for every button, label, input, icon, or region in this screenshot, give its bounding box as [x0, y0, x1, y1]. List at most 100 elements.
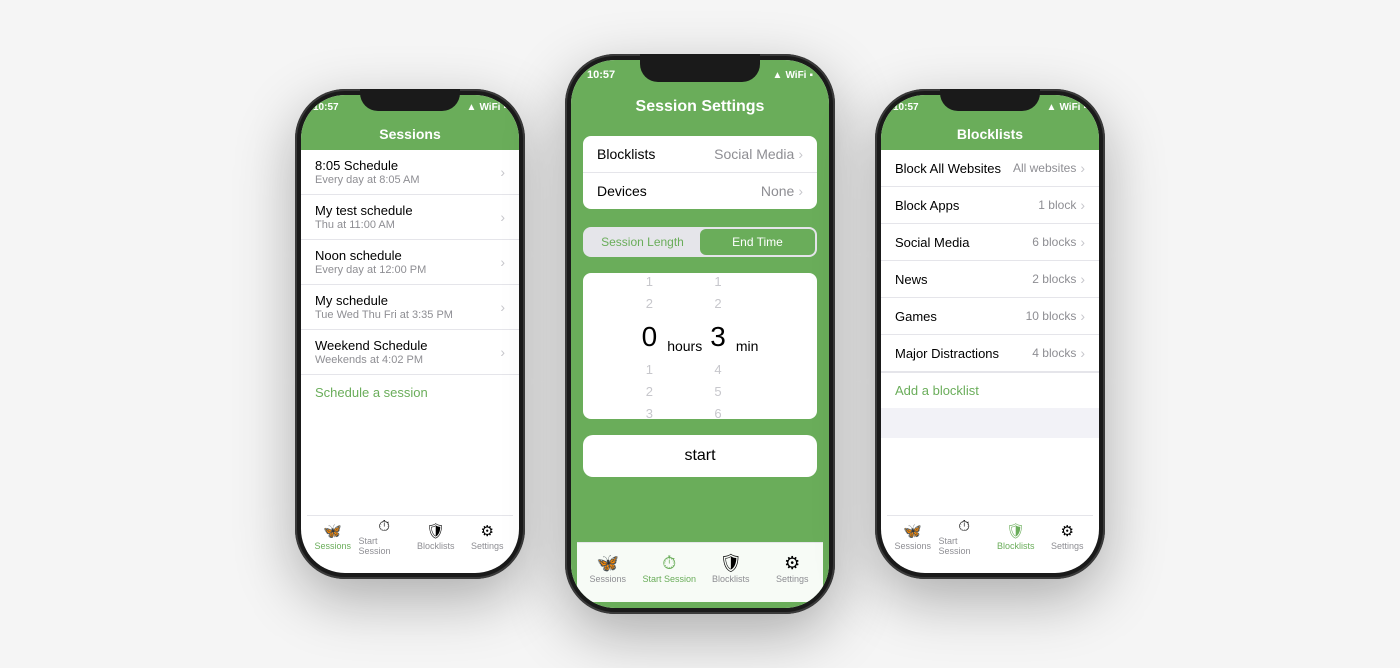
phone-1: 10:57 ▲ WiFi ▪ Sessions 8:05 Schedule Ev… [295, 89, 525, 579]
blocklist-value-1: All websites [1013, 161, 1076, 175]
blocklist-right-5: 10 blocks › [1026, 308, 1085, 324]
blocklist-name-2: Block Apps [895, 198, 959, 213]
tab-start-2[interactable]: ⏱ Start Session [639, 554, 701, 584]
header-3: Blocklists [881, 120, 1099, 150]
battery-icon-3: ▪ [1083, 102, 1087, 113]
chevron-2: › [500, 209, 505, 225]
chevron-5: › [500, 344, 505, 360]
tab-label-settings-1: Settings [471, 541, 504, 551]
gear-icon-3: ⚙ [1061, 524, 1074, 539]
shield-icon-1: 🛡 [426, 524, 445, 539]
session-settings-content: Blocklists Social Media › Devices None › [571, 126, 829, 608]
session-item-4[interactable]: My schedule Tue Wed Thu Fri at 3:35 PM › [301, 285, 519, 330]
mins-selected: 3 [710, 317, 726, 356]
tab-start-3[interactable]: ⏱ Start Session [939, 519, 991, 556]
blocklist-items-container: Block All Websites All websites › Block … [881, 150, 1099, 408]
session-items-container: 8:05 Schedule Every day at 8:05 AM › My … [301, 150, 519, 410]
devices-row[interactable]: Devices None › [583, 173, 817, 209]
tab-blocklists-3[interactable]: 🛡 Blocklists [990, 524, 1042, 551]
blocklists-row[interactable]: Blocklists Social Media › [583, 136, 817, 173]
session-subtitle-5: Weekends at 4:02 PM [315, 354, 428, 366]
hours-below-1: 1 [646, 361, 653, 379]
hours-column: 1 2 0 1 2 3 [642, 273, 658, 419]
chevron-bl-5: › [1080, 308, 1085, 324]
time-2: 10:57 [587, 69, 615, 81]
chevron-blocklists: › [798, 146, 803, 162]
header-2: Session Settings [571, 90, 829, 126]
tab-sessions-1[interactable]: 🦋 Sessions [307, 524, 359, 551]
blocklist-item-6[interactable]: Major Distractions 4 blocks › [881, 335, 1099, 372]
gray-bottom-3 [881, 408, 1099, 438]
session-item-1[interactable]: 8:05 Schedule Every day at 8:05 AM › [301, 150, 519, 195]
blocklist-item-5[interactable]: Games 10 blocks › [881, 298, 1099, 335]
mins-above-2: 1 [714, 273, 721, 291]
mins-column: 1 2 3 4 5 6 [710, 273, 726, 419]
tab-start-1[interactable]: ⏱ Start Session [359, 519, 411, 556]
hours-label: hours [667, 338, 702, 354]
signal-icon-1: ▲ [467, 102, 477, 113]
blocklist-item-1[interactable]: Block All Websites All websites › [881, 150, 1099, 187]
picker-row: 1 2 0 1 2 3 hours 1 2 [583, 281, 817, 411]
chevron-4: › [500, 299, 505, 315]
shield-icon-3: 🛡 [1006, 524, 1025, 539]
blocklist-item-2[interactable]: Block Apps 1 block › [881, 187, 1099, 224]
tab-settings-1[interactable]: ⚙ Settings [462, 524, 514, 551]
hours-below-2: 2 [646, 383, 653, 401]
hours-above-3: 2 [646, 295, 653, 313]
phone-2: 10:57 ▲ WiFi ▪ Session Settings Blocklis… [565, 54, 835, 614]
tab-bar-1: 🦋 Sessions ⏱ Start Session 🛡 Blocklists … [307, 515, 513, 567]
notch-2 [640, 54, 760, 82]
mins-label: min [736, 338, 759, 354]
wifi-icon-2: WiFi [785, 70, 806, 81]
blocklist-right-3: 6 blocks › [1032, 234, 1085, 250]
butterfly-icon-3: 🦋 [903, 524, 922, 539]
session-subtitle-2: Thu at 11:00 AM [315, 219, 413, 231]
session-length-toggle[interactable]: Session Length [585, 229, 700, 255]
schedule-link[interactable]: Schedule a session [301, 375, 519, 410]
blocklist-value-2: 1 block [1038, 198, 1076, 212]
chevron-bl-3: › [1080, 234, 1085, 250]
tab-label-blocklists-1: Blocklists [417, 541, 455, 551]
tab-label-settings-3: Settings [1051, 541, 1084, 551]
blocklist-value-3: 6 blocks [1032, 235, 1076, 249]
time-1: 10:57 [313, 102, 339, 113]
time-picker[interactable]: 1 2 0 1 2 3 hours 1 2 [583, 273, 817, 419]
blocklist-item-4[interactable]: News 2 blocks › [881, 261, 1099, 298]
session-item-5[interactable]: Weekend Schedule Weekends at 4:02 PM › [301, 330, 519, 375]
tab-label-sessions-2: Sessions [589, 574, 626, 584]
add-blocklist-link[interactable]: Add a blocklist [881, 372, 1099, 408]
wifi-icon-3: WiFi [1059, 102, 1080, 113]
end-time-toggle[interactable]: End Time [700, 229, 815, 255]
session-item-2[interactable]: My test schedule Thu at 11:00 AM › [301, 195, 519, 240]
start-button[interactable]: start [583, 435, 817, 477]
tab-blocklists-1[interactable]: 🛡 Blocklists [410, 524, 462, 551]
session-title-3: Noon schedule [315, 248, 426, 263]
tab-label-sessions-1: Sessions [314, 541, 351, 551]
hours-above-2: 1 [646, 273, 653, 291]
tab-bar-3: 🦋 Sessions ⏱ Start Session 🛡 Blocklists … [887, 515, 1093, 567]
chevron-bl-6: › [1080, 345, 1085, 361]
session-title-4: My schedule [315, 293, 453, 308]
tab-blocklists-2[interactable]: 🛡 Blocklists [700, 554, 762, 584]
session-subtitle-1: Every day at 8:05 AM [315, 174, 420, 186]
blocklist-item-3[interactable]: Social Media 6 blocks › [881, 224, 1099, 261]
gear-icon-2: ⚙ [784, 554, 800, 572]
tab-label-settings-2: Settings [776, 574, 809, 584]
chevron-devices: › [798, 183, 803, 199]
phone-3: 10:57 ▲ WiFi ▪ Blocklists Block All Webs… [875, 89, 1105, 579]
signal-icon-3: ▲ [1047, 102, 1057, 113]
status-icons-2: ▲ WiFi ▪ [773, 70, 813, 81]
blocklists-value: Social Media › [714, 146, 803, 162]
blocklist-value-5: 10 blocks [1026, 309, 1077, 323]
hours-below-3: 3 [646, 405, 653, 419]
tab-settings-3[interactable]: ⚙ Settings [1042, 524, 1094, 551]
blocklist-name-4: News [895, 272, 928, 287]
session-toggle-group: Session Length End Time [583, 227, 817, 257]
tab-settings-2[interactable]: ⚙ Settings [762, 554, 824, 584]
blocklist-name-3: Social Media [895, 235, 969, 250]
tab-sessions-2[interactable]: 🦋 Sessions [577, 554, 639, 584]
tab-label-start-1: Start Session [359, 536, 411, 556]
session-item-3[interactable]: Noon schedule Every day at 12:00 PM › [301, 240, 519, 285]
tab-bar-2: 🦋 Sessions ⏱ Start Session 🛡 Blocklists … [577, 542, 823, 602]
tab-sessions-3[interactable]: 🦋 Sessions [887, 524, 939, 551]
